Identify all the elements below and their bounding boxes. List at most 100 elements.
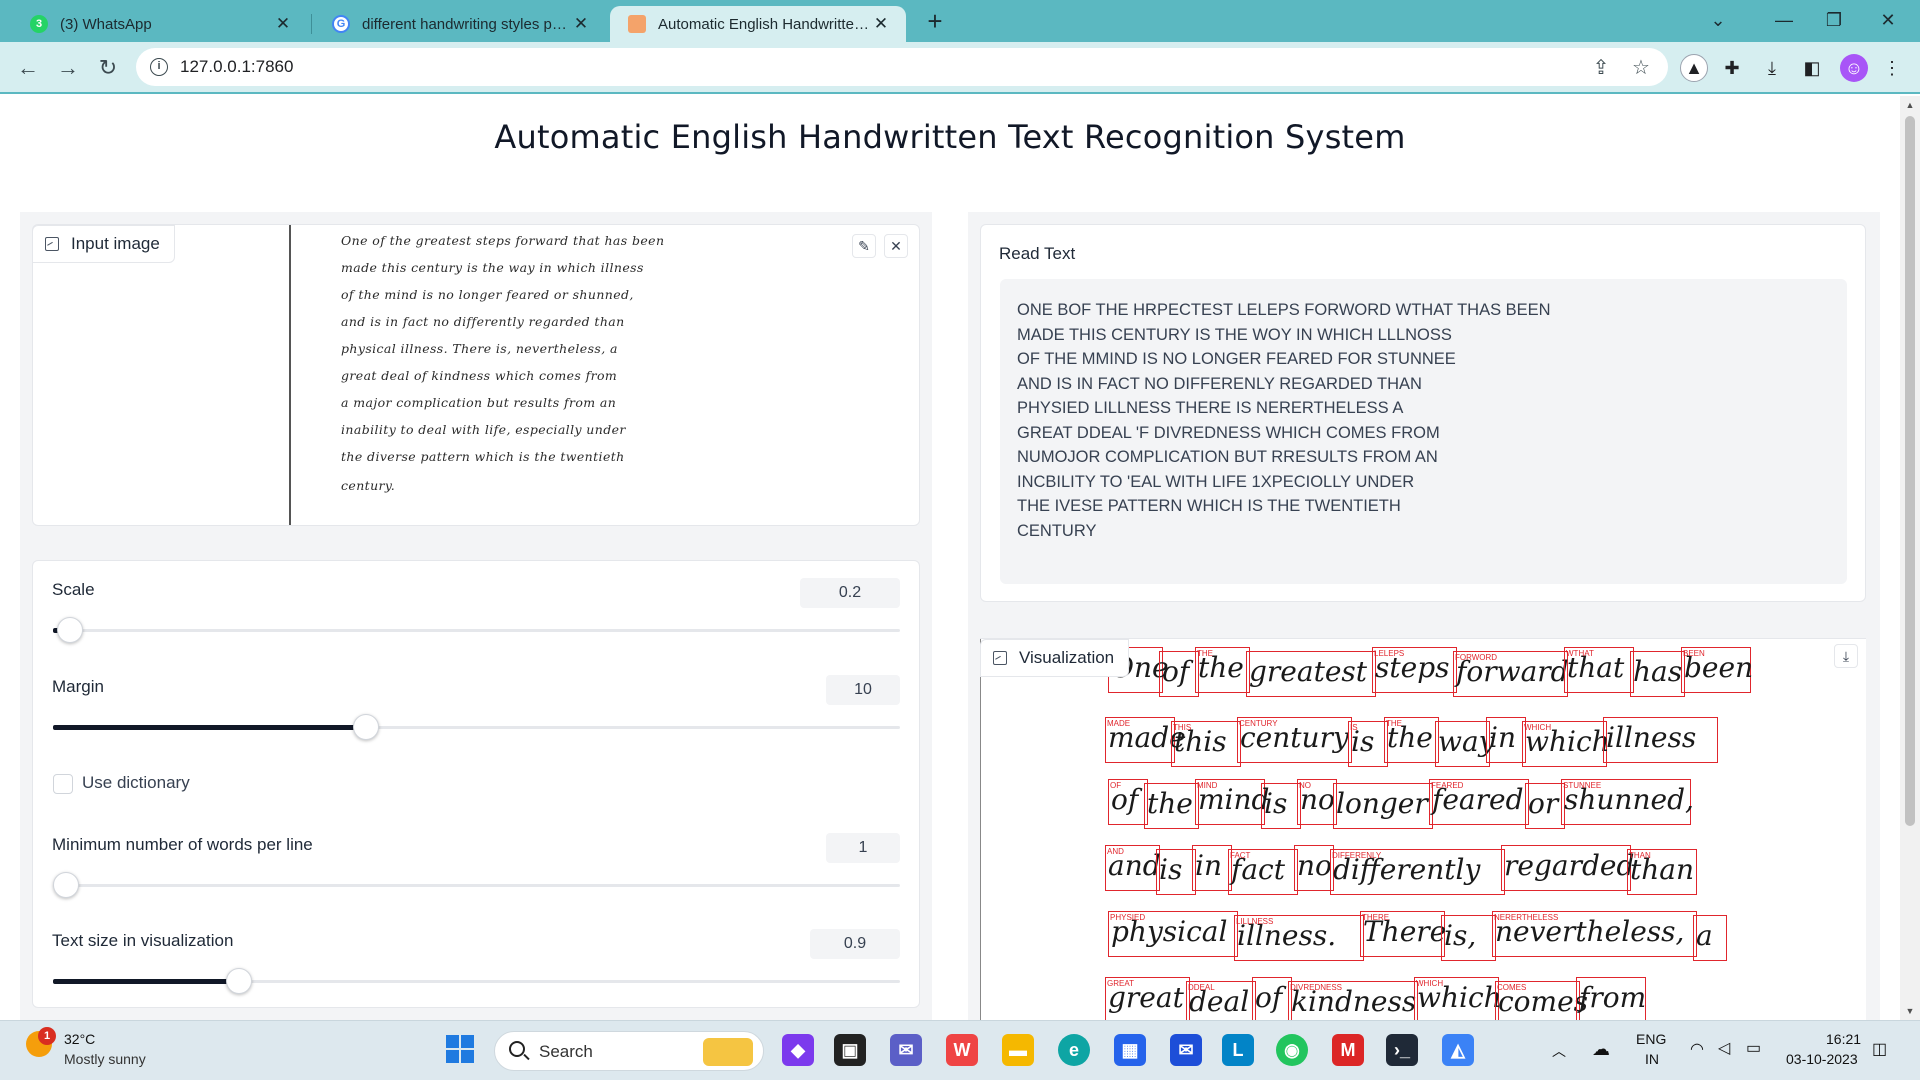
min-words-slider[interactable] xyxy=(53,872,900,898)
tab-whatsapp[interactable]: 3 (3) WhatsApp ✕ xyxy=(12,6,308,42)
extensions-puzzle-icon[interactable]: ✚ xyxy=(1720,56,1744,80)
microsoft-store-icon[interactable]: ▦ xyxy=(1114,1034,1146,1066)
file-explorer-icon[interactable]: ▬ xyxy=(1002,1034,1034,1066)
word-prediction-tag: IS xyxy=(1350,723,1358,732)
scale-label: Scale xyxy=(52,580,95,599)
word-prediction-tag: LILLNESS xyxy=(1236,917,1274,926)
text-size-slider[interactable] xyxy=(53,968,900,994)
word-box: the THE xyxy=(1195,647,1250,693)
clock-time[interactable]: 16:21 xyxy=(1826,1031,1861,1047)
margin-slider[interactable] xyxy=(53,714,900,740)
restore-icon[interactable]: ❐ xyxy=(1810,0,1858,40)
share-icon[interactable]: ⇪ xyxy=(1590,57,1612,79)
reload-icon[interactable]: ↻ xyxy=(92,52,124,84)
clock-date[interactable]: 03-10-2023 xyxy=(1786,1051,1858,1067)
word-prediction-tag: THE xyxy=(1197,649,1213,658)
tab-handwritten-app[interactable]: Automatic English Handwritten T ✕ xyxy=(610,6,906,42)
word-prediction-tag: NO xyxy=(1299,781,1311,790)
use-dictionary-checkbox[interactable] xyxy=(53,774,73,794)
close-tab-icon[interactable]: ✕ xyxy=(272,14,294,34)
windows-start-icon[interactable] xyxy=(444,1034,476,1066)
app-l-icon[interactable]: L xyxy=(1222,1034,1254,1066)
edit-pencil-icon[interactable]: ✎ xyxy=(852,234,876,258)
profile-avatar[interactable]: ☺ xyxy=(1840,54,1868,82)
word-box: from xyxy=(1576,977,1646,1020)
site-info-icon[interactable]: i xyxy=(150,58,168,76)
onedrive-icon[interactable]: ☁ xyxy=(1592,1039,1610,1060)
mail-icon[interactable]: ✉ xyxy=(1170,1034,1202,1066)
task-view-icon[interactable]: ▣ xyxy=(834,1034,866,1066)
page-scrollbar[interactable]: ▲ ▼ xyxy=(1900,96,1920,1020)
text-size-number-input[interactable]: 0.9 xyxy=(810,929,900,959)
word-prediction-tag: THERE xyxy=(1362,913,1390,922)
browser-tab-strip: 3 (3) WhatsApp ✕ G different handwriting… xyxy=(0,0,1920,42)
terminal-icon[interactable]: ›_ xyxy=(1386,1034,1418,1066)
address-bar-row: ← → ↻ i 127.0.0.1:7860 ⇪ ☆ ▲ ✚ ⤓ ◧ ☺ ⋮ xyxy=(0,42,1920,94)
bookmark-star-icon[interactable]: ☆ xyxy=(1630,57,1652,79)
weather-temperature[interactable]: 32°C xyxy=(64,1031,95,1047)
taskbar-search[interactable]: Search xyxy=(494,1031,764,1071)
browser-menu-icon[interactable]: ⋮ xyxy=(1880,56,1904,80)
tray-chevron-icon[interactable]: ︿ xyxy=(1552,1041,1566,1061)
new-tab-button[interactable]: + xyxy=(922,6,948,36)
extension-a-icon[interactable]: ▲ xyxy=(1680,54,1708,82)
read-text-output[interactable]: ONE BOF THE HRPECTEST LELEPS FORWORD WTH… xyxy=(1000,279,1847,584)
photos-icon[interactable]: ◭ xyxy=(1442,1034,1474,1066)
input-handwriting-image: One of the greatest steps forward that h… xyxy=(289,225,664,525)
search-highlight-icon xyxy=(703,1038,753,1066)
input-language[interactable]: ENG xyxy=(1636,1031,1666,1047)
forward-icon[interactable]: → xyxy=(52,52,84,84)
scroll-down-icon[interactable]: ▼ xyxy=(1900,1006,1920,1016)
min-words-number-input[interactable]: 1 xyxy=(826,833,900,863)
scroll-up-icon[interactable]: ▲ xyxy=(1900,100,1920,110)
close-tab-icon[interactable]: ✕ xyxy=(570,14,592,34)
clear-image-icon[interactable]: ✕ xyxy=(884,234,908,258)
teams-chat-icon[interactable]: ✉ xyxy=(890,1034,922,1066)
edge-icon[interactable]: e xyxy=(1058,1034,1090,1066)
visualization-label: Visualization xyxy=(980,639,1130,677)
read-text-line: NUMOJOR COMPLICATION BUT RRESULTS FROM A… xyxy=(1017,448,1438,466)
notifications-icon[interactable]: ◫ xyxy=(1872,1039,1887,1059)
minimize-icon[interactable]: — xyxy=(1760,0,1808,40)
download-icon[interactable]: ⤓ xyxy=(1760,56,1784,80)
scale-slider-thumb[interactable] xyxy=(56,617,83,643)
word-box: no xyxy=(1294,845,1334,891)
margin-number-input[interactable]: 10 xyxy=(826,675,900,705)
chrome-icon[interactable]: ◉ xyxy=(1276,1034,1308,1066)
side-panel-icon[interactable]: ◧ xyxy=(1800,56,1824,80)
tab-handwriting-search[interactable]: G different handwriting styles para ✕ xyxy=(314,6,606,42)
tab-title: Automatic English Handwritten T xyxy=(658,15,870,33)
word-prediction-tag: MADE xyxy=(1107,719,1131,728)
wifi-icon[interactable]: ◠ xyxy=(1690,1039,1704,1059)
word-prediction-tag: NERERTHELESS xyxy=(1494,913,1559,922)
url-bar[interactable]: i 127.0.0.1:7860 ⇪ ☆ xyxy=(136,48,1668,86)
word-box: regarded xyxy=(1501,845,1635,891)
word-box: the xyxy=(1144,783,1199,829)
scale-number-input[interactable]: 0.2 xyxy=(800,578,900,608)
word-text: of xyxy=(1255,981,1283,1014)
word-box: mind MIND xyxy=(1195,779,1269,825)
word-box: shunned, STUNNEE xyxy=(1561,779,1694,825)
volume-icon[interactable]: ◁ xyxy=(1718,1038,1730,1058)
input-region[interactable]: IN xyxy=(1645,1051,1659,1067)
battery-icon[interactable]: ▭ xyxy=(1746,1038,1761,1058)
word-text: greatest xyxy=(1249,655,1368,688)
download-visualization-icon[interactable]: ⤓ xyxy=(1834,644,1858,668)
scale-slider[interactable] xyxy=(53,617,900,643)
min-words-slider-thumb[interactable] xyxy=(53,872,79,898)
mcafee-icon[interactable]: M xyxy=(1332,1034,1364,1066)
close-tab-icon[interactable]: ✕ xyxy=(870,14,892,34)
close-window-icon[interactable]: ✕ xyxy=(1864,0,1912,40)
margin-slider-fill xyxy=(53,725,367,730)
copilot-icon[interactable]: ◆ xyxy=(782,1034,814,1066)
scrollbar-thumb[interactable] xyxy=(1905,116,1915,826)
word-box: this THIS xyxy=(1171,721,1241,767)
tab-search-chevron-icon[interactable]: ⌄ xyxy=(1694,0,1742,40)
text-size-label: Text size in visualization xyxy=(52,931,234,950)
read-text-label: Read Text xyxy=(999,244,1076,263)
read-text-line: THE IVESE PATTERN WHICH IS THE TWENTIETH xyxy=(1017,497,1401,515)
word-text: regarded xyxy=(1504,849,1635,882)
weather-description[interactable]: Mostly sunny xyxy=(64,1051,146,1067)
back-icon[interactable]: ← xyxy=(12,52,44,84)
wps-office-icon[interactable]: W xyxy=(946,1034,978,1066)
